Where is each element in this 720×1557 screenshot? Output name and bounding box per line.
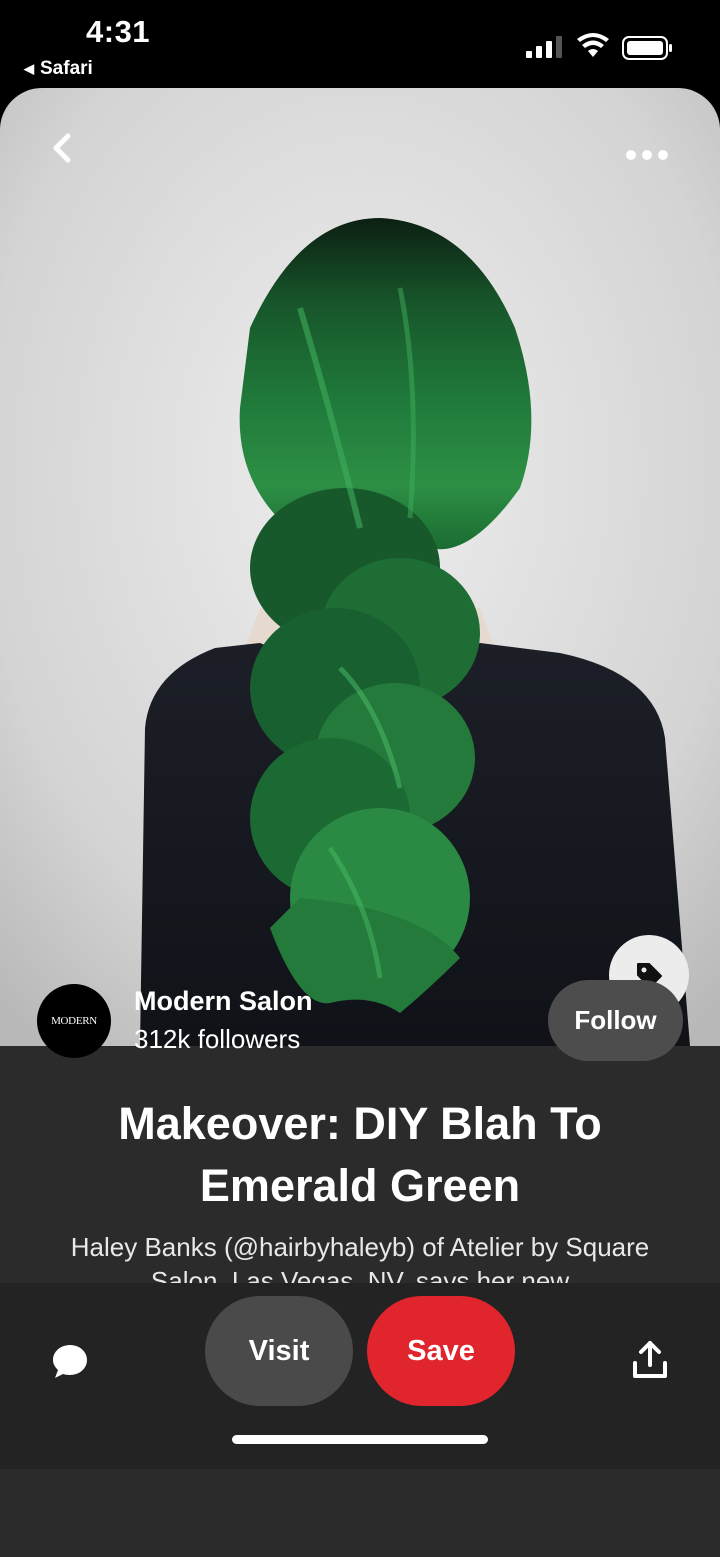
save-button[interactable]: Save <box>367 1296 515 1406</box>
creator-followers: 312k followers <box>134 1024 301 1054</box>
more-options-icon[interactable] <box>622 144 672 166</box>
status-bar: 4:31 ◀ Safari <box>0 0 720 88</box>
cellular-signal-icon <box>526 36 562 58</box>
creator-name[interactable]: Modern Salon <box>134 986 313 1017</box>
pin-image[interactable] <box>0 88 720 1046</box>
comment-icon[interactable] <box>50 1341 90 1381</box>
back-app-label: Safari <box>40 58 93 79</box>
home-indicator[interactable] <box>232 1435 488 1444</box>
back-to-safari-link[interactable]: ◀ Safari <box>24 58 93 80</box>
back-chevron-icon[interactable] <box>42 128 82 168</box>
status-time: 4:31 <box>86 14 151 49</box>
pin-card: MODERN Modern Salon 312k followers Follo… <box>0 88 720 1557</box>
battery-icon <box>622 36 672 60</box>
wifi-icon <box>577 33 609 57</box>
follow-button[interactable]: Follow <box>548 980 683 1061</box>
back-triangle-icon: ◀ <box>24 61 34 76</box>
pin-title: Makeover: DIY Blah To Emerald Green <box>118 1098 602 1211</box>
creator-avatar[interactable]: MODERN <box>37 984 111 1058</box>
pin-description: Haley Banks (@hairbyhaleyb) of Atelier b… <box>70 1232 650 1283</box>
visit-button[interactable]: Visit <box>205 1296 353 1406</box>
avatar-logo-text: MODERN <box>51 1015 97 1027</box>
bottom-action-bar: Visit Save <box>0 1283 720 1469</box>
share-icon[interactable] <box>630 1339 670 1381</box>
